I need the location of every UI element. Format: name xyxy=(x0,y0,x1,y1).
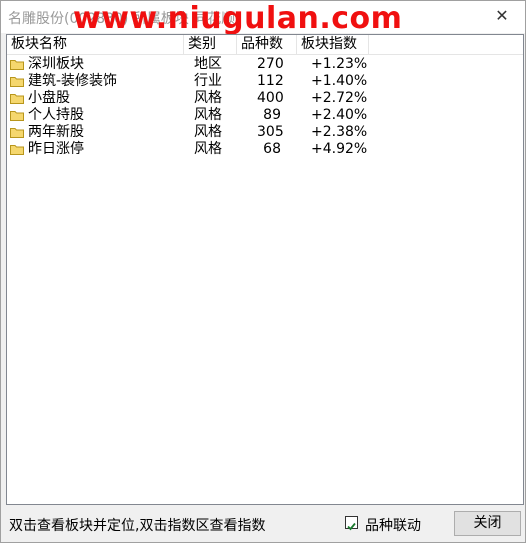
close-icon[interactable]: ✕ xyxy=(493,7,511,25)
sector-index: +2.72% xyxy=(311,90,368,106)
title-bar: 名雕股份(002830) 所属板块 同花顺 www.niugulan.com ✕ xyxy=(1,1,525,36)
sector-index: +1.40% xyxy=(311,73,368,89)
sector-name: 深圳板块 xyxy=(28,56,84,72)
sector-name: 小盘股 xyxy=(28,90,70,106)
check-icon xyxy=(347,522,356,531)
column-header-index[interactable]: 板块指数 xyxy=(297,35,369,54)
sector-category: 风格 xyxy=(194,90,222,106)
table-row[interactable]: 深圳板块 地区 270 +1.23% xyxy=(7,56,523,73)
sector-list[interactable]: 板块名称 类别 品种数 板块指数 深圳板块 地区 270 +1.23% 建筑-装修装饰 行… xyxy=(6,34,524,505)
sector-count: 68 xyxy=(263,141,281,157)
folder-icon xyxy=(10,145,24,155)
table-row[interactable]: 昨日涨停 风格 68 +4.92% xyxy=(7,141,523,158)
sector-category: 行业 xyxy=(194,73,222,89)
folder-icon xyxy=(10,60,24,70)
sector-index: +2.38% xyxy=(311,124,368,140)
table-row[interactable]: 建筑-装修装饰 行业 112 +1.40% xyxy=(7,73,523,90)
link-checkbox[interactable] xyxy=(345,516,358,531)
column-header-count[interactable]: 品种数 xyxy=(237,35,297,54)
sector-category: 风格 xyxy=(194,141,222,157)
sector-index: +1.23% xyxy=(311,56,368,72)
folder-icon xyxy=(10,111,24,121)
folder-icon xyxy=(10,77,24,87)
table-row[interactable]: 小盘股 风格 400 +2.72% xyxy=(7,90,523,107)
sector-count: 112 xyxy=(257,73,284,89)
sector-name: 建筑-装修装饰 xyxy=(28,73,118,89)
sector-name: 个人持股 xyxy=(28,107,84,123)
sector-index: +2.40% xyxy=(311,107,368,123)
list-header: 板块名称 类别 品种数 板块指数 xyxy=(7,35,523,55)
checkbox-label: 品种联动 xyxy=(365,518,421,534)
sector-name: 昨日涨停 xyxy=(28,141,84,157)
sector-category: 风格 xyxy=(194,124,222,140)
sector-count: 400 xyxy=(257,90,284,106)
sector-count: 270 xyxy=(257,56,284,72)
table-row[interactable]: 个人持股 风格 89 +2.40% xyxy=(7,107,523,124)
dialog-window: 名雕股份(002830) 所属板块 同花顺 www.niugulan.com ✕… xyxy=(0,0,526,543)
hint-text: 双击查看板块并定位,双击指数区查看指数 xyxy=(9,518,266,534)
watermark-text: www.niugulan.com xyxy=(73,1,403,36)
table-row[interactable]: 两年新股 风格 305 +2.38% xyxy=(7,124,523,141)
sector-name: 两年新股 xyxy=(28,124,84,140)
sector-category: 风格 xyxy=(194,107,222,123)
sector-category: 地区 xyxy=(194,56,222,72)
column-header-category[interactable]: 类别 xyxy=(184,35,237,54)
sector-count: 89 xyxy=(263,107,281,123)
folder-icon xyxy=(10,94,24,104)
column-header-name[interactable]: 板块名称 xyxy=(7,35,184,54)
folder-icon xyxy=(10,128,24,138)
sector-count: 305 xyxy=(257,124,284,140)
sector-index: +4.92% xyxy=(311,141,368,157)
close-button[interactable]: 关闭 xyxy=(454,511,521,536)
